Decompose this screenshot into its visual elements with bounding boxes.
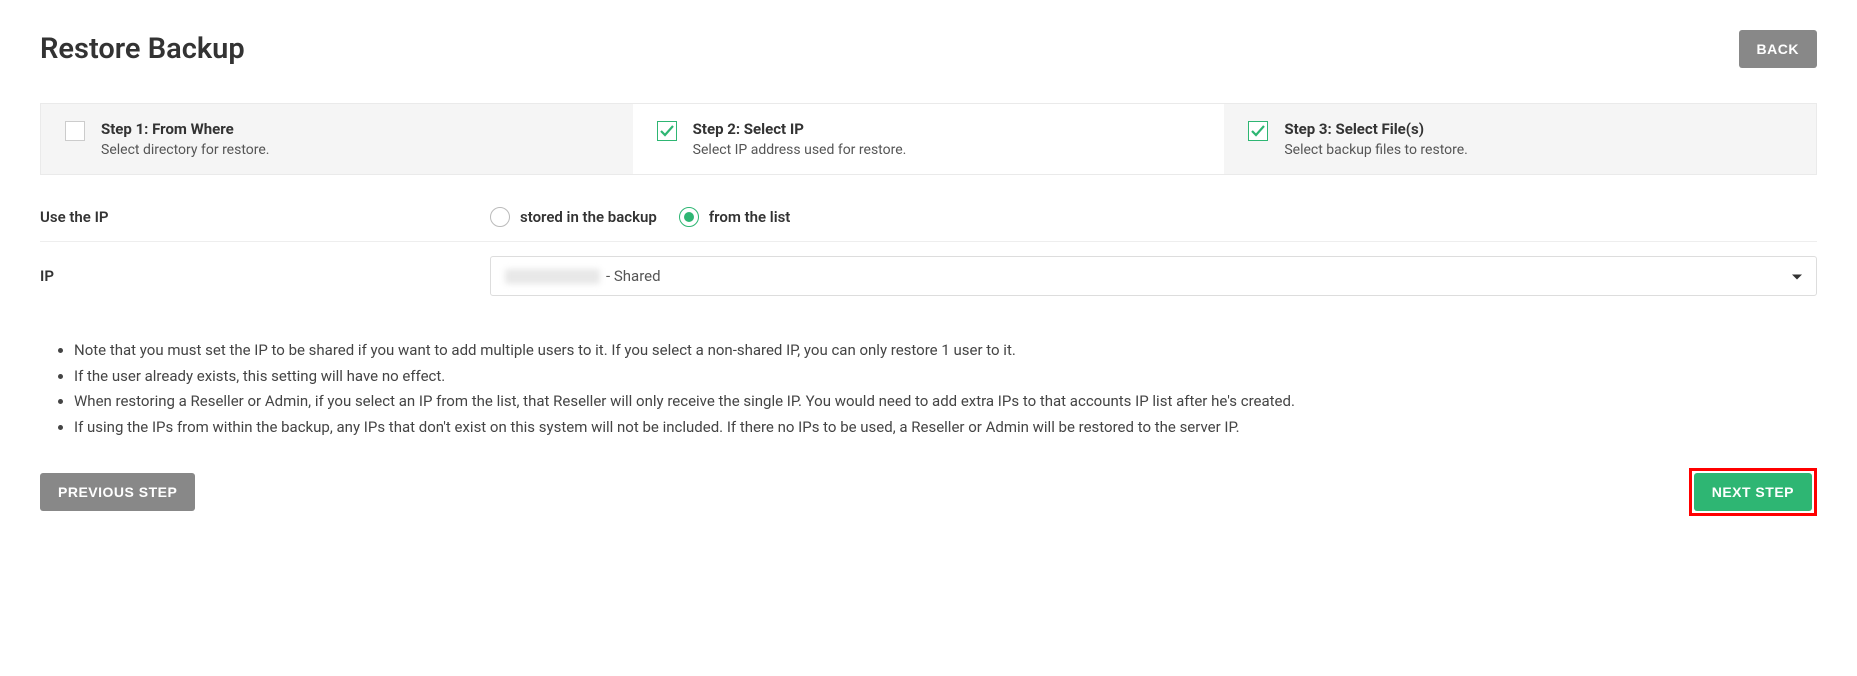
page-title: Restore Backup (40, 32, 245, 66)
step-2[interactable]: Step 2: Select IP Select IP address used… (633, 104, 1225, 174)
use-ip-label: Use the IP (40, 208, 490, 226)
step-desc: Select IP address used for restore. (693, 142, 1201, 158)
note-item: If the user already exists, this setting… (74, 364, 1817, 390)
step-title: Step 2: Select IP (693, 120, 1201, 138)
ip-select[interactable]: - Shared (490, 256, 1817, 296)
step-desc: Select backup files to restore. (1284, 142, 1792, 158)
checkbox-checked-icon (1248, 121, 1268, 141)
radio-selected-icon (679, 207, 699, 227)
next-step-button[interactable]: NEXT STEP (1694, 473, 1812, 511)
next-step-highlight: NEXT STEP (1689, 468, 1817, 516)
note-item: If using the IPs from within the backup,… (74, 415, 1817, 441)
step-title: Step 3: Select File(s) (1284, 120, 1792, 138)
step-1[interactable]: Step 1: From Where Select directory for … (41, 104, 633, 174)
previous-step-button[interactable]: PREVIOUS STEP (40, 473, 195, 511)
notes-list: Note that you must set the IP to be shar… (40, 338, 1817, 440)
ip-label: IP (40, 267, 490, 285)
radio-unselected-icon (490, 207, 510, 227)
back-button[interactable]: BACK (1739, 30, 1817, 68)
ip-select-suffix: - Shared (606, 267, 661, 285)
radio-from-list[interactable]: from the list (679, 207, 791, 227)
checkbox-checked-icon (657, 121, 677, 141)
step-tabs: Step 1: From Where Select directory for … (40, 103, 1817, 175)
step-3[interactable]: Step 3: Select File(s) Select backup fil… (1224, 104, 1816, 174)
checkbox-empty-icon (65, 121, 85, 141)
radio-label: from the list (709, 208, 791, 226)
step-title: Step 1: From Where (101, 120, 609, 138)
step-desc: Select directory for restore. (101, 142, 609, 158)
radio-stored-backup[interactable]: stored in the backup (490, 207, 657, 227)
note-item: Note that you must set the IP to be shar… (74, 338, 1817, 364)
radio-label: stored in the backup (520, 208, 657, 226)
ip-value-redacted (505, 269, 600, 284)
note-item: When restoring a Reseller or Admin, if y… (74, 389, 1817, 415)
